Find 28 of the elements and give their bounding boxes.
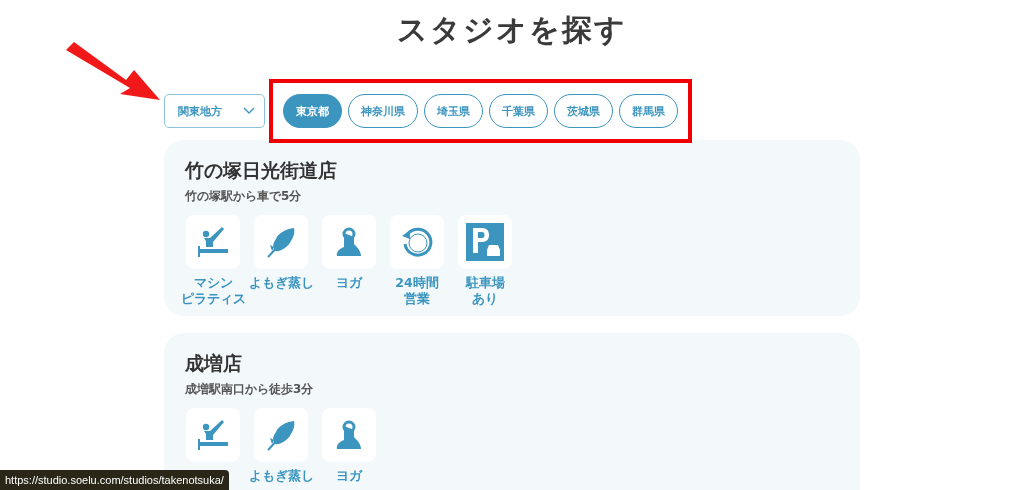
studio-card[interactable]: 竹の塚日光街道店 竹の塚駅から車で5分 マシン ピラティス よもぎ蒸し ヨガ 24時間 営業 駐車場 あり xyxy=(164,140,860,316)
region-dropdown[interactable]: 関東地方 xyxy=(164,94,265,128)
studio-access: 成増駅南口から徒歩3分 xyxy=(185,381,315,398)
feature-label: ヨガ xyxy=(336,468,362,483)
prefecture-tab[interactable]: 千葉県 xyxy=(489,94,548,128)
prefecture-tab[interactable]: 群馬県 xyxy=(619,94,678,128)
feature-label: 駐車場 xyxy=(465,275,505,290)
feature-label: マシン xyxy=(193,275,233,290)
feature-label: ヨガ xyxy=(336,275,362,290)
studio-name: 成増店 xyxy=(185,351,243,376)
studio-name: 竹の塚日光街道店 xyxy=(185,158,338,183)
chevron-down-icon xyxy=(243,107,255,115)
pilates-figure-icon xyxy=(196,418,230,452)
prefecture-tab[interactable]: 埼玉県 xyxy=(424,94,483,128)
feature-label: あり xyxy=(472,291,498,306)
prefecture-tab[interactable]: 茨城県 xyxy=(554,94,613,128)
feature-label: 24時間 xyxy=(395,275,439,290)
studio-access: 竹の塚駅から車で5分 xyxy=(185,188,303,205)
parking-sign-icon xyxy=(466,223,504,261)
link-preview-tooltip: https://studio.soelu.com/studios/takenotsuka/ xyxy=(0,470,229,490)
feature-label: ピラティス xyxy=(180,291,246,306)
page-title: スタジオを探す xyxy=(396,11,628,49)
prefecture-tab[interactable]: 東京都 xyxy=(283,94,342,128)
feature-label: よもぎ蒸し xyxy=(248,468,314,483)
prefecture-tab[interactable]: 神奈川県 xyxy=(348,94,418,128)
feature-label: よもぎ蒸し xyxy=(248,275,314,290)
pilates-figure-icon xyxy=(196,225,230,259)
feature-label: 営業 xyxy=(404,291,430,306)
